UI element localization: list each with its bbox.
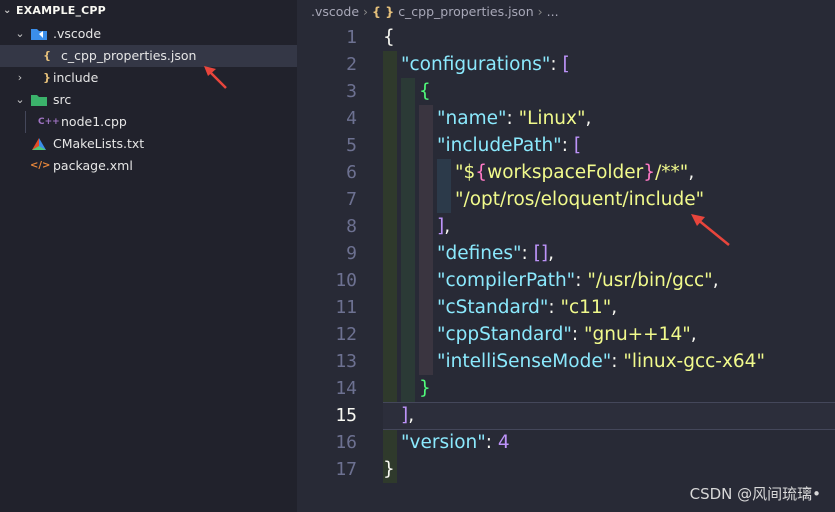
breadcrumb: .vscode ›{ } c_cpp_properties.json ›... <box>311 0 559 24</box>
code-line: "${workspaceFolder}/**", <box>455 162 695 183</box>
breadcrumb-file[interactable]: c_cpp_properties.json <box>398 4 533 19</box>
line-number: 2 <box>346 54 357 75</box>
tree-item-label: package.xml <box>53 158 133 173</box>
tree-item-label: node1.cpp <box>61 114 127 129</box>
cpp-file-icon: C++ <box>38 117 60 127</box>
code-line: ], <box>401 405 415 426</box>
code-line: { <box>383 27 395 48</box>
current-line-highlight <box>383 402 835 430</box>
line-number: 3 <box>346 81 357 102</box>
workspace-title: EXAMPLE_CPP <box>16 4 106 17</box>
indent-band <box>401 78 415 402</box>
line-number: 1 <box>346 27 357 48</box>
indent-band <box>419 105 433 375</box>
line-number: 17 <box>335 459 357 480</box>
code-line: "name": "Linux", <box>437 108 592 129</box>
explorer-section-header[interactable]: ⌄ EXAMPLE_CPP <box>0 0 297 22</box>
line-number: 12 <box>335 324 357 345</box>
line-number: 16 <box>335 432 357 453</box>
chevron-right-icon: › <box>17 71 23 84</box>
chevron-down-icon: ⌄ <box>3 5 12 16</box>
tree-item-package-xml[interactable]: </> package.xml <box>0 155 297 177</box>
tree-item-c-cpp-properties[interactable]: { } c_cpp_properties.json <box>0 45 297 84</box>
tree-item-include-folder[interactable]: › include <box>0 67 297 89</box>
code-line: } <box>383 459 395 480</box>
chevron-down-icon: ⌄ <box>15 27 25 40</box>
code-line: "cStandard": "c11", <box>437 297 618 318</box>
line-number: 8 <box>346 216 357 237</box>
tree-item-label: include <box>53 70 99 85</box>
line-number: 10 <box>335 270 357 291</box>
line-number: 7 <box>346 189 357 210</box>
line-number-active: 15 <box>335 405 357 426</box>
tree-item-label: CMakeLists.txt <box>53 136 145 151</box>
line-number: 13 <box>335 351 357 372</box>
explorer-sidebar: ⌄ EXAMPLE_CPP ⌄ .vscode { } c_cpp_proper… <box>0 0 297 512</box>
code-line: "/opt/ros/eloquent/include" <box>455 189 705 210</box>
chevron-right-icon: › <box>363 4 369 19</box>
code-line: "compilerPath": "/usr/bin/gcc", <box>437 270 719 291</box>
tree-item-cmakelists[interactable]: CMakeLists.txt <box>0 133 297 155</box>
chevron-down-icon: ⌄ <box>15 93 25 106</box>
watermark: CSDN @风间琉璃• <box>689 485 821 503</box>
code-line: "intelliSenseMode": "linux-gcc-x64" <box>437 351 765 372</box>
breadcrumb-more[interactable]: ... <box>547 4 559 19</box>
tree-item-label: .vscode <box>53 26 102 41</box>
code-line: "version": 4 <box>401 432 510 453</box>
code-line: "includePath": [ <box>437 135 582 156</box>
code-line: { <box>419 81 431 102</box>
json-icon: { } <box>372 4 395 19</box>
code-line: "configurations": [ <box>401 54 570 75</box>
indent-band <box>437 159 451 213</box>
tree-item-vscode-folder[interactable]: ⌄ .vscode <box>0 23 297 45</box>
tree-item-node1-cpp[interactable]: C++ node1.cpp <box>0 111 297 133</box>
code-line: } <box>419 378 431 399</box>
breadcrumb-folder[interactable]: .vscode <box>311 4 359 19</box>
line-number: 11 <box>335 297 357 318</box>
chevron-right-icon: › <box>537 4 543 19</box>
tree-item-src-folder[interactable]: ⌄ src <box>0 89 297 111</box>
tree-item-label: c_cpp_properties.json <box>61 48 197 63</box>
line-number: 14 <box>335 378 357 399</box>
code-line: ], <box>437 216 451 237</box>
code-editor[interactable]: .vscode ›{ } c_cpp_properties.json ›... 1 2… <box>297 0 835 512</box>
line-number: 5 <box>346 135 357 156</box>
line-number: 9 <box>346 243 357 264</box>
code-line: "defines": [], <box>437 243 554 264</box>
line-number: 6 <box>346 162 357 183</box>
tree-item-label: src <box>53 92 72 107</box>
code-line: "cppStandard": "gnu++14", <box>437 324 697 345</box>
xml-icon: </> <box>30 160 51 171</box>
line-number: 4 <box>346 108 357 129</box>
